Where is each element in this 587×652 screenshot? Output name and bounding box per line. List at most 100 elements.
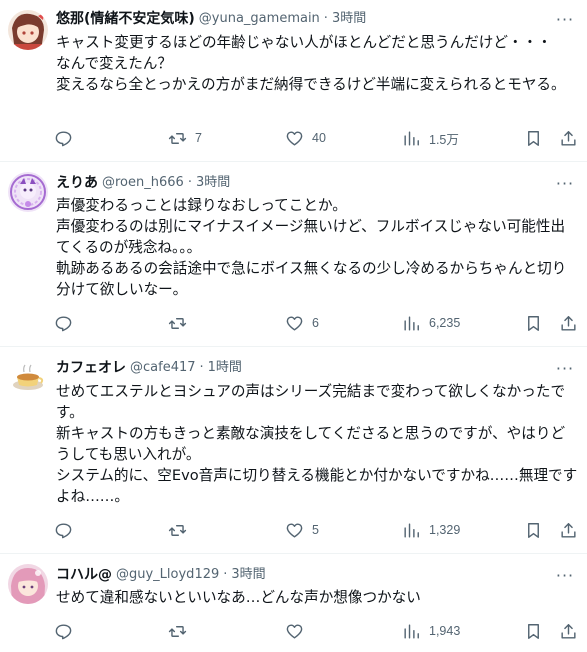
views-button[interactable]: 6,235 xyxy=(402,308,460,338)
retweet-icon xyxy=(168,524,187,536)
timestamp[interactable]: 3時間 xyxy=(231,565,265,585)
share-icon xyxy=(561,522,576,538)
views-button[interactable]: 1,329 xyxy=(402,515,460,545)
tweet-text-line: 変えるなら全とっかえの方がまだ納得できるけど半端に変えられるとモヤる。 xyxy=(56,76,566,93)
bookmark-icon xyxy=(528,623,539,639)
like-count: 40 xyxy=(312,131,326,145)
reply-button[interactable] xyxy=(54,616,81,646)
retweet-count: 7 xyxy=(195,131,202,145)
share-button[interactable] xyxy=(559,308,578,338)
heart-icon xyxy=(286,522,303,538)
separator-dot: · xyxy=(323,11,328,26)
avatar[interactable] xyxy=(8,357,48,397)
tweet-text-line: 軌跡あるあるの会話途中で急にボイス無くなるの少し冷めるからちゃんと切り分けて欲し… xyxy=(56,260,567,298)
share-icon xyxy=(561,315,576,331)
avatar[interactable] xyxy=(8,172,48,212)
tweet-text-line: 声優変わるのは別にマイナスイメージ無いけど、フルボイスじゃない可能性出てくるのが… xyxy=(56,218,566,256)
user-handle[interactable]: @roen_h666 xyxy=(102,173,184,193)
views-button[interactable]: 1.5万 xyxy=(402,123,459,153)
display-name[interactable]: カフェオレ xyxy=(56,358,126,378)
bookmark-icon xyxy=(528,130,539,146)
bookmark-button[interactable] xyxy=(524,515,543,545)
tweet[interactable]: カフェオレ @cafe417 · 1時間 ··· せめてエステルとヨシュアの声は… xyxy=(0,347,587,554)
heart-icon xyxy=(286,130,303,146)
view-count: 1,329 xyxy=(429,523,461,537)
tweet-feed: 悠那(情緒不安定気味) @yuna_gamemain · 3時間 ··· キャス… xyxy=(0,0,587,652)
reply-button[interactable] xyxy=(54,308,81,338)
tweet[interactable]: コハル@ @guy_Lloyd129 · 3時間 ··· せめて違和感ないといい… xyxy=(0,554,587,652)
tweet-header: 悠那(情緒不安定気味) @yuna_gamemain · 3時間 xyxy=(56,9,547,29)
tweet[interactable]: えりあ @roen_h666 · 3時間 ··· 声優変わるっことは録りなおしっ… xyxy=(0,162,587,347)
separator-dot: · xyxy=(199,360,204,375)
like-button[interactable]: 6 xyxy=(285,308,319,338)
bookmark-icon xyxy=(528,315,539,331)
tweet-text-line: 新キャストの方もきっと素敵な演技をしてくださると思うのですが、やはりどうしても思… xyxy=(56,425,566,463)
reply-button[interactable] xyxy=(54,515,81,545)
views-icon xyxy=(404,315,419,331)
view-count: 1.5万 xyxy=(429,132,459,147)
display-name[interactable]: コハル@ xyxy=(56,565,112,585)
retweet-icon xyxy=(168,625,187,637)
timestamp[interactable]: 3時間 xyxy=(196,173,230,193)
bookmark-button[interactable] xyxy=(524,308,543,338)
avatar[interactable] xyxy=(8,564,48,604)
views-icon xyxy=(404,623,419,639)
views-button[interactable]: 1,943 xyxy=(402,616,460,646)
like-button[interactable]: 5 xyxy=(285,515,319,545)
view-count: 1,943 xyxy=(429,624,461,638)
share-icon xyxy=(561,623,576,639)
action-bar: 5 1,329 xyxy=(48,515,578,545)
retweet-button[interactable] xyxy=(168,515,195,545)
bookmark-button[interactable] xyxy=(524,616,543,646)
avatar[interactable] xyxy=(8,10,48,50)
reply-button[interactable] xyxy=(54,123,81,153)
share-button[interactable] xyxy=(559,616,578,646)
tweet-text: せめてエステルとヨシュアの声はシリーズ完結まで変わって欲しくなかったです。 新キ… xyxy=(56,381,578,507)
user-handle[interactable]: @yuna_gamemain xyxy=(199,9,320,29)
reply-icon xyxy=(55,522,72,538)
like-count: 6 xyxy=(312,316,319,330)
tweet-text: せめて違和感ないといいなあ…どんな声か想像つかない xyxy=(56,587,578,608)
timestamp[interactable]: 1時間 xyxy=(208,358,242,378)
heart-icon xyxy=(286,623,303,639)
tweet-header: カフェオレ @cafe417 · 1時間 xyxy=(56,358,547,378)
retweet-button[interactable] xyxy=(168,308,195,338)
action-bar: 7 40 1.5万 xyxy=(48,123,578,153)
retweet-icon xyxy=(168,317,187,329)
like-button[interactable]: 40 xyxy=(285,123,326,153)
tweet-text: 声優変わるっことは録りなおしってことか。 声優変わるのは別にマイナスイメージ無い… xyxy=(56,195,578,300)
more-icon[interactable]: ··· xyxy=(553,9,577,29)
tweet-text-line: せめてエステルとヨシュアの声はシリーズ完結まで変わって欲しくなかったです。 xyxy=(56,383,566,421)
display-name[interactable]: えりあ xyxy=(56,173,98,193)
tweet-header: コハル@ @guy_Lloyd129 · 3時間 xyxy=(56,565,547,585)
reply-icon xyxy=(55,623,72,639)
display-name[interactable]: 悠那(情緒不安定気味) xyxy=(56,9,195,29)
tweet-text-line: キャスト変更するほどの年齢じゃない人がほとんどだと思うんだけど・・・ xyxy=(56,34,552,51)
timestamp[interactable]: 3時間 xyxy=(332,9,366,29)
retweet-button[interactable]: 7 xyxy=(168,123,202,153)
tweet-header: えりあ @roen_h666 · 3時間 xyxy=(56,173,547,193)
retweet-button[interactable] xyxy=(168,616,195,646)
tweet-text: キャスト変更するほどの年齢じゃない人がほとんどだと思うんだけど・・・ なんで変え… xyxy=(56,32,578,95)
more-icon[interactable]: ··· xyxy=(553,358,577,378)
separator-dot: · xyxy=(187,175,192,190)
tweet-text-line: せめて違和感ないといいなあ…どんな声か想像つかない xyxy=(56,589,421,606)
bookmark-icon xyxy=(528,522,539,538)
user-handle[interactable]: @guy_Lloyd129 xyxy=(116,565,219,585)
retweet-icon xyxy=(168,132,187,144)
tweet-text-line: 声優変わるっことは録りなおしってことか。 xyxy=(56,197,347,214)
more-icon[interactable]: ··· xyxy=(553,173,577,193)
share-button[interactable] xyxy=(559,515,578,545)
share-button[interactable] xyxy=(559,123,578,153)
user-handle[interactable]: @cafe417 xyxy=(130,358,196,378)
more-icon[interactable]: ··· xyxy=(553,565,577,585)
tweet[interactable]: 悠那(情緒不安定気味) @yuna_gamemain · 3時間 ··· キャス… xyxy=(0,0,587,162)
heart-icon xyxy=(286,315,303,331)
tweet-text-line: システム的に、空Evo音声に切り替える機能とか付かないですかね……無理ですよね…… xyxy=(56,467,578,505)
share-icon xyxy=(561,130,576,146)
like-button[interactable] xyxy=(285,616,312,646)
tweet-text-line: なんで変えたん？ xyxy=(56,55,173,72)
bookmark-button[interactable] xyxy=(524,123,543,153)
like-count: 5 xyxy=(312,523,319,537)
views-icon xyxy=(404,522,419,538)
